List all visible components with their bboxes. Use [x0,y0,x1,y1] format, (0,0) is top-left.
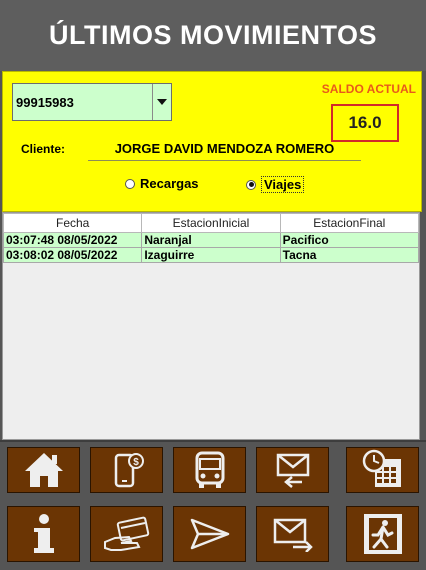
radio-recargas-label: Recargas [140,176,199,191]
svg-text:$: $ [133,457,139,468]
radio-selected-dot [248,182,254,187]
trips-button[interactable] [173,447,246,493]
saldo-value: 16.0 [331,104,399,142]
cell-estacion-final: Tacna [279,247,420,263]
chevron-down-icon [157,99,167,105]
column-header-fecha[interactable]: Fecha [2,213,143,233]
table-row[interactable]: 03:07:48 08/05/2022 Naranjal Pacifico [2,232,420,248]
send-button[interactable] [173,506,246,562]
forward-mail-button[interactable] [256,506,329,562]
info-button[interactable] [7,506,80,562]
column-header-estacion-final[interactable]: EstacionFinal [279,213,420,233]
bus-icon [195,451,224,488]
radio-circle [246,179,256,190]
movements-table[interactable]: Fecha EstacionInicial EstacionFinal 03:0… [2,212,420,440]
mobile-payment-icon: $ [114,453,144,488]
exit-icon [363,514,402,554]
mail-forward-icon [273,518,313,552]
cell-fecha: 03:07:48 08/05/2022 [2,232,143,248]
table-row[interactable]: 03:08:02 08/05/2022 Izaguirre Tacna [2,247,420,263]
radio-viajes-label: Viajes [261,176,305,193]
radio-viajes[interactable]: Viajes [246,176,305,193]
info-icon [33,514,54,553]
radio-circle [125,178,135,189]
home-button[interactable] [7,447,80,493]
cliente-name: JORGE DAVID MENDOZA ROMERO [88,141,361,161]
action-button-grid: $ [2,441,422,568]
table-header-row: Fecha EstacionInicial EstacionFinal [2,213,420,233]
cell-estacion-inicial: Izaguirre [141,247,281,263]
send-icon [190,518,229,550]
title-bar: ÚLTIMOS MOVIMIENTOS [0,0,426,71]
column-header-estacion-inicial[interactable]: EstacionInicial [141,213,281,233]
history-button[interactable] [346,447,419,493]
exit-button[interactable] [346,506,419,562]
cell-fecha: 03:08:02 08/05/2022 [2,247,143,263]
messages-button[interactable] [256,447,329,493]
card-payment-icon [103,516,149,551]
cell-estacion-final: Pacifico [279,232,420,248]
cell-estacion-inicial: Naranjal [141,232,281,248]
card-number-value: 99915983 [16,94,74,110]
card-payment-button[interactable] [90,506,163,562]
calendar-clock-icon [362,449,401,487]
radio-recargas[interactable]: Recargas [125,176,199,191]
saldo-label: SALDO ACTUAL [321,82,416,96]
home-icon [24,453,63,487]
cliente-label: Cliente: [21,142,66,156]
dropdown-button[interactable] [152,84,171,120]
account-panel: 99915983 SALDO ACTUAL 16.0 Cliente: JORG… [2,71,422,212]
message-reply-icon [276,453,309,488]
card-number-select[interactable]: 99915983 [12,83,172,121]
page-title: ÚLTIMOS MOVIMIENTOS [48,20,377,50]
recharge-button[interactable]: $ [90,447,163,493]
